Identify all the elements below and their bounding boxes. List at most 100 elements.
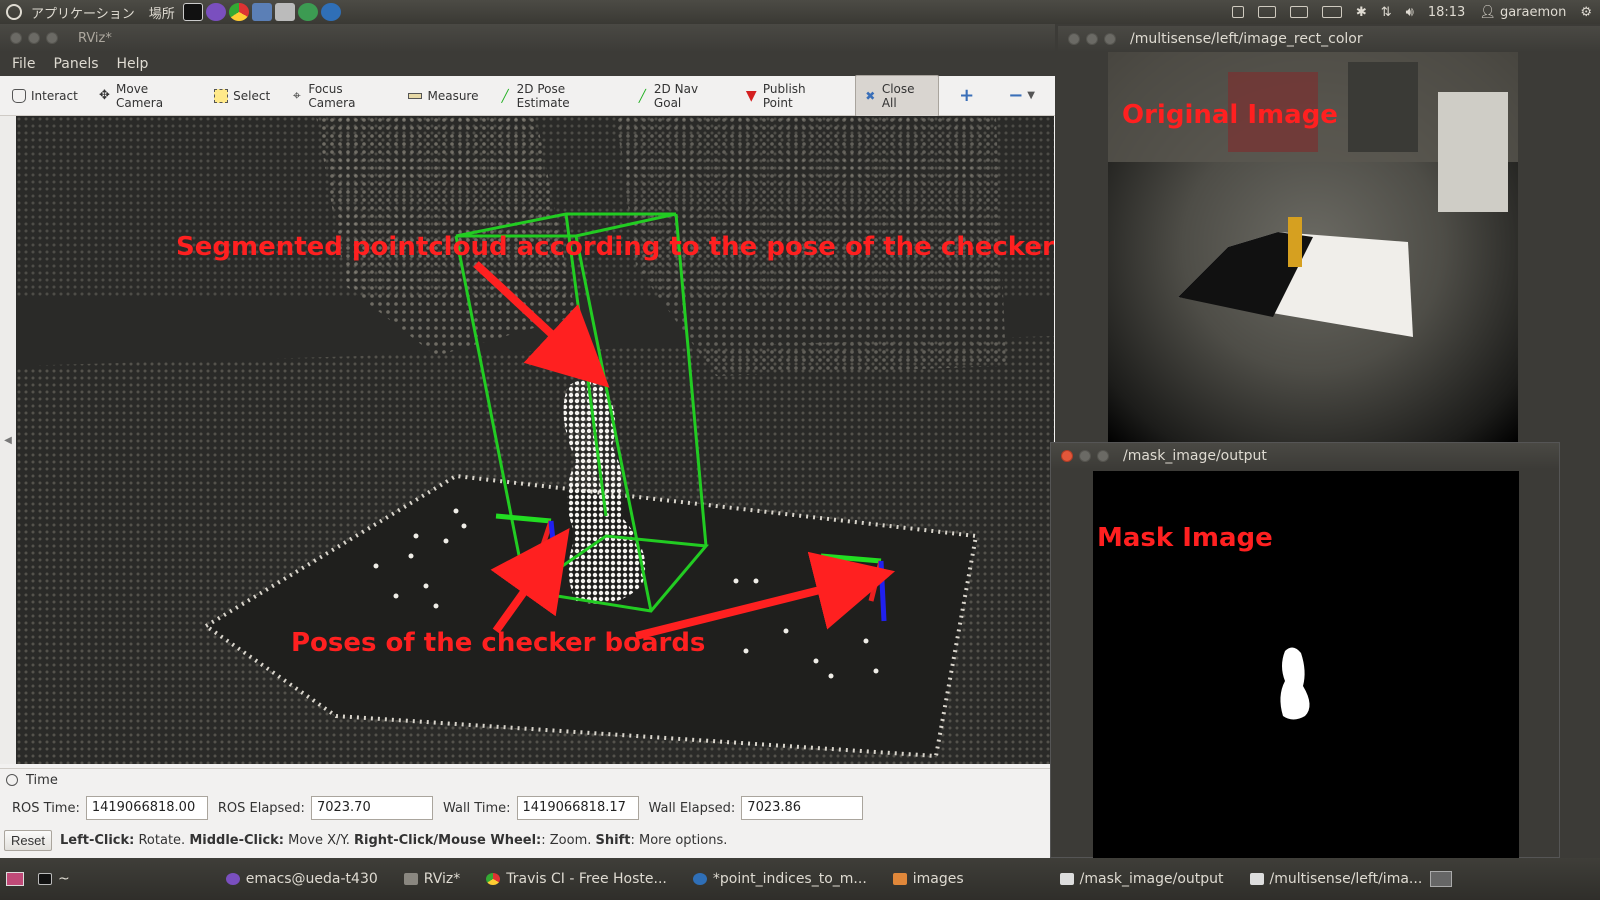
status-bar: Reset Left-Click: Rotate. Middle-Click: …: [0, 826, 1055, 854]
wall-elapsed-field[interactable]: 7023.86: [741, 796, 864, 820]
annotation-poses-label: Poses of the checker boards: [291, 628, 706, 658]
panel-collapse-handle[interactable]: ◀: [0, 116, 16, 764]
maximize-window-button[interactable]: [1104, 33, 1116, 45]
tool-2d-nav-goal[interactable]: ╱ 2D Nav Goal: [636, 82, 725, 110]
wall-elapsed-label: Wall Elapsed:: [648, 800, 736, 816]
tool-select[interactable]: Select: [214, 88, 270, 103]
bluetooth-icon[interactable]: ✱: [1356, 5, 1367, 20]
close-window-button[interactable]: [1068, 33, 1080, 45]
emacs-icon: [225, 873, 240, 885]
menu-file[interactable]: File: [12, 56, 35, 72]
minimize-window-button[interactable]: [1079, 450, 1091, 462]
settings-gear-icon[interactable]: ⚙: [1580, 5, 1592, 20]
network-launcher-icon[interactable]: [297, 3, 318, 21]
close-window-button[interactable]: [10, 32, 22, 44]
window-icon[interactable]: [1231, 6, 1244, 18]
focus-camera-icon: ⌖: [292, 87, 301, 104]
taskbar-item-label: Travis CI - Free Hoste...: [506, 871, 667, 887]
network-icon[interactable]: ⇅: [1381, 5, 1392, 20]
tool-2d-pose-estimate[interactable]: ╱ 2D Pose Estimate: [498, 82, 615, 110]
window-icon: [1059, 873, 1074, 885]
maximize-window-button[interactable]: [1097, 450, 1109, 462]
tool-focus-camera[interactable]: ⌖ Focus Camera: [290, 82, 388, 110]
browser-icon: [692, 873, 707, 885]
rviz-icon: [403, 873, 418, 885]
emacs-launcher-icon[interactable]: [205, 3, 226, 21]
user-menu[interactable]: 👤︎ garaemon: [1479, 5, 1566, 20]
status-help-text: Left-Click: Rotate. Middle-Click: Move X…: [60, 833, 727, 848]
taskbar-item-terminal[interactable]: ~: [38, 871, 70, 887]
battery-icon[interactable]: [1321, 6, 1342, 18]
minimize-window-button[interactable]: [28, 32, 40, 44]
menu-help[interactable]: Help: [117, 56, 149, 72]
original-image-view[interactable]: Original Image: [1108, 52, 1518, 442]
applications-menu[interactable]: アプリケーション: [31, 3, 135, 22]
rviz-window-title: RViz*: [78, 30, 112, 46]
volume-icon[interactable]: 🔊︎: [1406, 5, 1414, 20]
taskbar-item-rviz[interactable]: RViz*: [403, 871, 460, 887]
wall-time-field[interactable]: 1419066818.17: [516, 796, 639, 820]
time-panel-header: Time: [0, 769, 1055, 791]
original-image-label: Original Image: [1122, 100, 1338, 130]
maximize-window-button[interactable]: [46, 32, 58, 44]
taskbar-item-emacs[interactable]: emacs@ueda-t430: [225, 871, 378, 887]
workspace-switcher-icon[interactable]: [1430, 871, 1453, 887]
terminal-launcher-icon[interactable]: [182, 3, 203, 21]
machine-shape: [1438, 92, 1508, 212]
original-image-window: /multisense/left/image_rect_color Origin…: [1058, 26, 1600, 442]
rviz-menu-bar: File Panels Help: [0, 52, 1055, 76]
tool-label: Measure: [427, 88, 479, 103]
hand-icon: [12, 88, 26, 103]
wall-time-label: Wall Time:: [442, 800, 511, 816]
places-menu[interactable]: 場所: [149, 3, 175, 22]
tool-interact[interactable]: Interact: [12, 88, 78, 103]
person-shape: [1348, 62, 1418, 152]
chevron-left-icon: ◀: [4, 434, 12, 446]
chrome-launcher-icon[interactable]: [228, 3, 249, 21]
tool-move-camera[interactable]: ✥ Move Camera: [98, 82, 194, 110]
editor-launcher-icon[interactable]: [251, 3, 272, 21]
ros-elapsed-field[interactable]: 7023.70: [310, 796, 433, 820]
taskbar-item-multisense[interactable]: /multisense/left/ima...: [1249, 871, 1423, 887]
screenshot-launcher-icon[interactable]: [274, 3, 295, 21]
mask-image-window-title: /mask_image/output: [1123, 448, 1267, 464]
tool-close-all[interactable]: ✖ Close All: [854, 74, 940, 117]
rviz-window: RViz* File Panels Help Interact ✥ Move C…: [0, 24, 1055, 878]
remove-tool-button[interactable]: − ▼: [1008, 85, 1035, 106]
tool-label: Move Camera: [116, 81, 164, 110]
pointcloud-scene[interactable]: [16, 116, 1054, 764]
show-desktop-icon[interactable]: [6, 872, 24, 886]
tool-publish-point[interactable]: ▼ Publish Point: [745, 82, 835, 110]
menu-panels[interactable]: Panels: [53, 56, 98, 72]
browser-launcher-icon[interactable]: [320, 3, 341, 21]
mask-blob: [1280, 647, 1310, 720]
taskbar-item-mask-image[interactable]: /mask_image/output: [1059, 871, 1224, 887]
mail-icon[interactable]: [1289, 6, 1308, 18]
minimize-window-button[interactable]: [1086, 33, 1098, 45]
clock[interactable]: 18:13: [1428, 5, 1465, 20]
right-click-key: Right-Click/Mouse Wheel:: [353, 832, 542, 848]
taskbar-item-label: /mask_image/output: [1079, 871, 1224, 887]
tool-measure[interactable]: Measure: [408, 89, 478, 103]
ubuntu-logo-icon[interactable]: [6, 4, 22, 20]
ros-time-field[interactable]: 1419066818.00: [85, 796, 208, 820]
keyboard-icon[interactable]: [1257, 6, 1276, 18]
original-image-title-bar: /multisense/left/image_rect_color: [1058, 26, 1600, 52]
user-name: garaemon: [1499, 4, 1567, 20]
mask-image-title-bar: /mask_image/output: [1051, 443, 1559, 469]
reset-button[interactable]: Reset: [4, 829, 52, 851]
taskbar-item-label: ~: [58, 871, 70, 887]
taskbar-item-chrome[interactable]: Travis CI - Free Hoste...: [486, 871, 667, 887]
tool-label: Focus Camera: [308, 81, 356, 110]
taskbar-item-label: /multisense/left/ima...: [1269, 871, 1423, 887]
object-shape: [1288, 217, 1302, 267]
taskbar-item-editor[interactable]: *point_indices_to_m...: [692, 871, 867, 887]
3d-viewport[interactable]: Segmented pointcloud according to the po…: [16, 116, 1054, 764]
taskbar-item-images[interactable]: images: [892, 871, 964, 887]
close-window-button[interactable]: [1061, 450, 1073, 462]
measure-icon: [408, 92, 423, 99]
time-panel-title: Time: [26, 772, 58, 788]
rviz-title-bar: RViz*: [0, 24, 1055, 52]
mask-image-view[interactable]: Mask Image: [1093, 471, 1519, 859]
add-tool-button[interactable]: +: [959, 85, 974, 106]
